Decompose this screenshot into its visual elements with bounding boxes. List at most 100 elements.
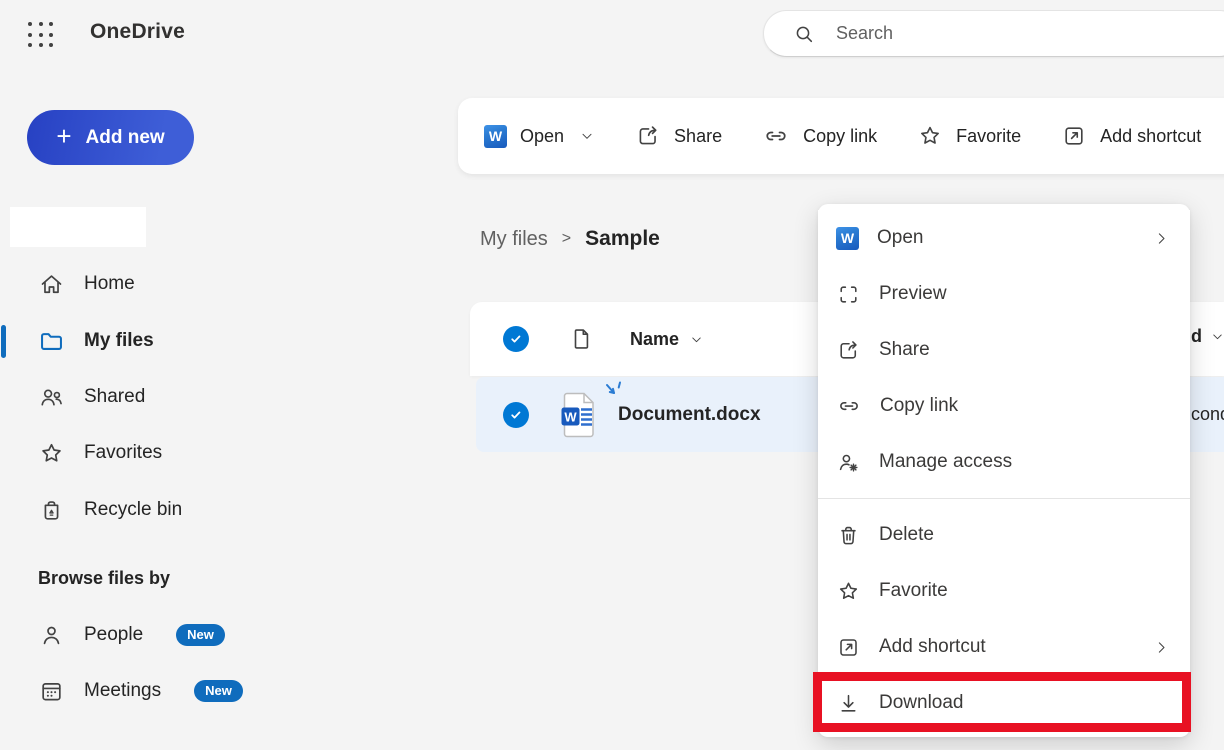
menu-item-label: Favorite (879, 580, 948, 602)
menu-item-copy-link[interactable]: Copy link (818, 378, 1190, 434)
menu-item-share[interactable]: Share (818, 322, 1190, 378)
menu-item-label: Preview (879, 283, 947, 305)
favorite-button[interactable]: Favorite (917, 123, 1021, 149)
chevron-right-icon (1153, 639, 1170, 656)
menu-item-manage-access[interactable]: Manage access (818, 434, 1190, 490)
browse-files-by-heading: Browse files by (38, 568, 170, 589)
folder-icon (38, 328, 65, 355)
share-button[interactable]: Share (635, 123, 722, 149)
chevron-right-icon (1153, 230, 1170, 247)
menu-item-label: Download (879, 692, 964, 714)
copy-link-button-label: Copy link (803, 126, 877, 147)
document-type-column-icon (569, 326, 595, 352)
star-icon (917, 123, 943, 149)
calendar-icon (38, 678, 65, 705)
trash-icon (836, 523, 861, 548)
people-icon (38, 384, 65, 411)
sidebar-item-my-files[interactable]: My files (38, 324, 154, 358)
download-icon (836, 691, 861, 716)
sidebar-item-label: My files (84, 330, 154, 352)
share-button-label: Share (674, 126, 722, 147)
menu-item-label: Copy link (880, 395, 958, 417)
breadcrumb-separator: > (562, 230, 571, 248)
add-shortcut-icon (1061, 123, 1087, 149)
sidebar-item-home[interactable]: Home (38, 267, 135, 301)
star-icon (836, 579, 861, 604)
product-title: OneDrive (90, 20, 185, 44)
check-icon (509, 408, 523, 422)
menu-item-preview[interactable]: Preview (818, 266, 1190, 322)
sidebar-item-label: Recycle bin (84, 499, 182, 521)
sidebar-item-people[interactable]: People New (38, 618, 225, 652)
search-icon (792, 22, 816, 46)
sidebar-item-favorites[interactable]: Favorites (38, 436, 162, 470)
menu-item-label: Share (879, 339, 930, 361)
share-icon (635, 123, 661, 149)
chevron-down-icon (689, 332, 704, 347)
app-launcher-waffle-icon[interactable] (28, 22, 54, 48)
check-icon (509, 332, 523, 346)
sidebar-item-shared[interactable]: Shared (38, 380, 145, 414)
search-input[interactable] (836, 23, 1166, 44)
recycle-bin-icon (38, 497, 65, 524)
selected-nav-indicator (1, 325, 6, 358)
context-menu: W Open Preview Share Copy link (818, 204, 1190, 737)
link-icon (762, 122, 790, 150)
redacted-account-label (10, 207, 146, 247)
link-icon (836, 393, 862, 419)
chevron-down-icon (1210, 329, 1224, 344)
name-column-header[interactable]: Name (630, 329, 679, 350)
favorite-button-label: Favorite (956, 126, 1021, 147)
svg-text:W: W (564, 409, 577, 424)
menu-item-open[interactable]: W Open (818, 210, 1190, 266)
menu-item-label: Manage access (879, 451, 1012, 473)
share-icon (836, 338, 861, 363)
onedrive-app: OneDrive W Open Share Copy link (0, 0, 1224, 750)
copy-link-button[interactable]: Copy link (762, 122, 877, 150)
word-app-icon: W (836, 227, 859, 250)
file-name[interactable]: Document.docx (618, 404, 761, 426)
manage-access-icon (836, 450, 861, 475)
search-bar[interactable] (763, 10, 1224, 57)
menu-item-label: Open (877, 227, 923, 249)
breadcrumb: My files > Sample (480, 224, 660, 254)
sidebar-item-meetings[interactable]: Meetings New (38, 674, 243, 708)
clipped-modified-cell: cond (1191, 404, 1224, 425)
select-all-checkbox[interactable] (503, 326, 529, 352)
new-badge: New (176, 624, 225, 646)
menu-item-delete[interactable]: Delete (818, 507, 1190, 563)
breadcrumb-current: Sample (585, 227, 660, 251)
breadcrumb-parent[interactable]: My files (480, 228, 548, 251)
menu-divider (818, 498, 1190, 499)
menu-item-label: Add shortcut (879, 636, 986, 658)
open-button-label: Open (520, 126, 564, 147)
menu-item-favorite[interactable]: Favorite (818, 563, 1190, 619)
word-file-icon: W (560, 392, 598, 438)
menu-item-label: Delete (879, 524, 934, 546)
open-button[interactable]: W Open (484, 125, 595, 148)
person-icon (38, 622, 65, 649)
new-badge: New (194, 680, 243, 702)
preview-icon (836, 282, 861, 307)
star-icon (38, 440, 65, 467)
menu-item-download[interactable]: Download (818, 675, 1190, 731)
clipped-header-text: d (1191, 326, 1202, 347)
word-app-icon: W (484, 125, 507, 148)
sidebar-item-recycle-bin[interactable]: Recycle bin (38, 493, 182, 527)
sidebar-item-label: Favorites (84, 442, 162, 464)
add-new-button[interactable]: + Add new (27, 110, 194, 165)
add-shortcut-button[interactable]: Add shortcut (1061, 123, 1201, 149)
click-indicator-icon (603, 380, 627, 406)
row-checkbox-checked[interactable] (503, 402, 529, 428)
sidebar-item-label: Home (84, 273, 135, 295)
add-new-label: Add new (86, 127, 165, 149)
sidebar-item-label: Shared (84, 386, 145, 408)
selection-toolbar: W Open Share Copy link Favorite (458, 98, 1224, 174)
plus-icon: + (56, 123, 71, 149)
clipped-column-header: d (1191, 326, 1224, 347)
home-icon (38, 271, 65, 298)
menu-item-add-shortcut[interactable]: Add shortcut (818, 619, 1190, 675)
sidebar-item-label: Meetings (84, 680, 161, 702)
add-shortcut-icon (836, 635, 861, 660)
add-shortcut-button-label: Add shortcut (1100, 126, 1201, 147)
